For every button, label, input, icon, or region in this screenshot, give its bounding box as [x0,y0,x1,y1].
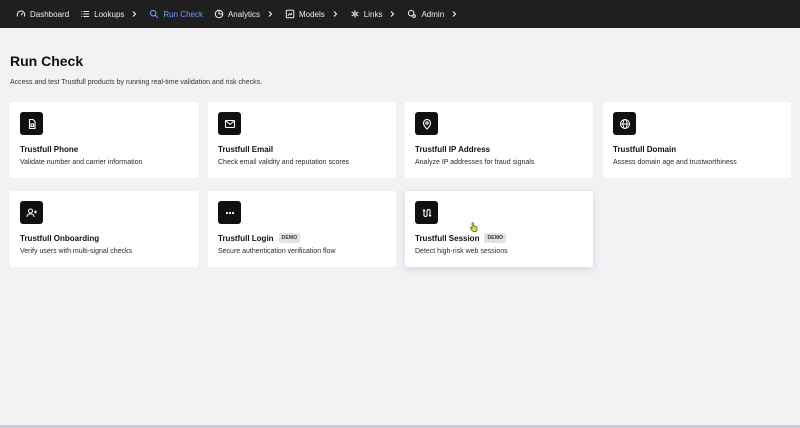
list-icon [80,9,90,19]
location-pin-icon [415,112,438,135]
card-description: Assess domain age and trustworthiness [613,159,737,166]
nav-label: Lookups [94,9,125,19]
search-icon [149,9,159,19]
nav-label: Run Check [163,9,203,19]
card-description: Check email validity and reputation scor… [218,159,350,166]
password-dots-icon [218,201,241,224]
card-trustfull-ip-address[interactable]: Trustfull IP Address Analyze IP addresse… [405,102,593,178]
nav-label: Links [363,9,383,19]
nav-label: Models [298,9,325,19]
card-trustfull-phone[interactable]: Trustfull Phone Validate number and carr… [10,102,198,178]
chevron-right-icon [388,10,396,18]
card-title: Trustfull Domain [613,144,677,154]
analytics-pie-icon [214,9,224,19]
user-add-icon [20,201,43,224]
nav-label: Analytics [227,9,260,19]
card-trustfull-onboarding[interactable]: Trustfull Onboarding Verify users with m… [10,191,198,267]
chevron-right-icon [450,10,458,18]
nav-item-admin[interactable]: Admin [403,0,465,28]
nav-item-lookups[interactable]: Lookups [76,0,145,28]
chevron-right-icon [331,10,339,18]
nav-item-dashboard[interactable]: Dashboard [12,0,76,28]
card-description: Detect high-risk web sessions [415,248,508,255]
nav-item-links[interactable]: Links [346,0,404,28]
card-title: Trustfull Session [415,233,480,243]
card-description: Verify users with multi-signal checks [20,248,133,255]
chevron-right-icon [266,10,274,18]
page-subtitle: Access and test Trustfull products by ru… [10,79,263,86]
mail-icon [218,112,241,135]
main-content: Run Check Access and test Trustfull prod… [0,53,800,267]
nav-label: Dashboard [30,9,70,19]
card-title: Trustfull Login [218,233,274,243]
session-path-icon [415,201,438,224]
demo-badge: DEMO [278,233,301,243]
card-title: Trustfull IP Address [415,144,491,154]
card-description: Secure authentication verification flow [218,248,336,255]
card-title: Trustfull Phone [20,144,79,154]
links-icon [350,9,360,19]
card-trustfull-login[interactable]: Trustfull Login DEMO Secure authenticati… [208,191,396,267]
card-title: Trustfull Email [218,144,274,154]
nav-label: Admin [421,9,445,19]
nav-item-run-check[interactable]: Run Check [145,0,210,28]
top-nav: Dashboard Lookups Run Check Analytics Mo… [0,0,800,28]
card-title: Trustfull Onboarding [20,233,100,243]
admin-icon [407,9,417,19]
dashboard-gauge-icon [16,9,26,19]
chevron-right-icon [130,10,138,18]
card-description: Validate number and carrier information [20,159,143,166]
card-trustfull-session[interactable]: Trustfull Session DEMO Detect high-risk … [405,191,593,267]
globe-icon [613,112,636,135]
demo-badge: DEMO [484,233,507,243]
card-description: Analyze IP addresses for fraud signals [415,159,535,166]
card-trustfull-email[interactable]: Trustfull Email Check email validity and… [208,102,396,178]
mouse-pointer-icon [470,219,479,232]
sim-card-icon [20,112,43,135]
nav-item-models[interactable]: Models [281,0,346,28]
card-trustfull-domain[interactable]: Trustfull Domain Assess domain age and t… [603,102,791,178]
page-title: Run Check [10,53,84,69]
nav-item-analytics[interactable]: Analytics [210,0,281,28]
models-icon [285,9,295,19]
